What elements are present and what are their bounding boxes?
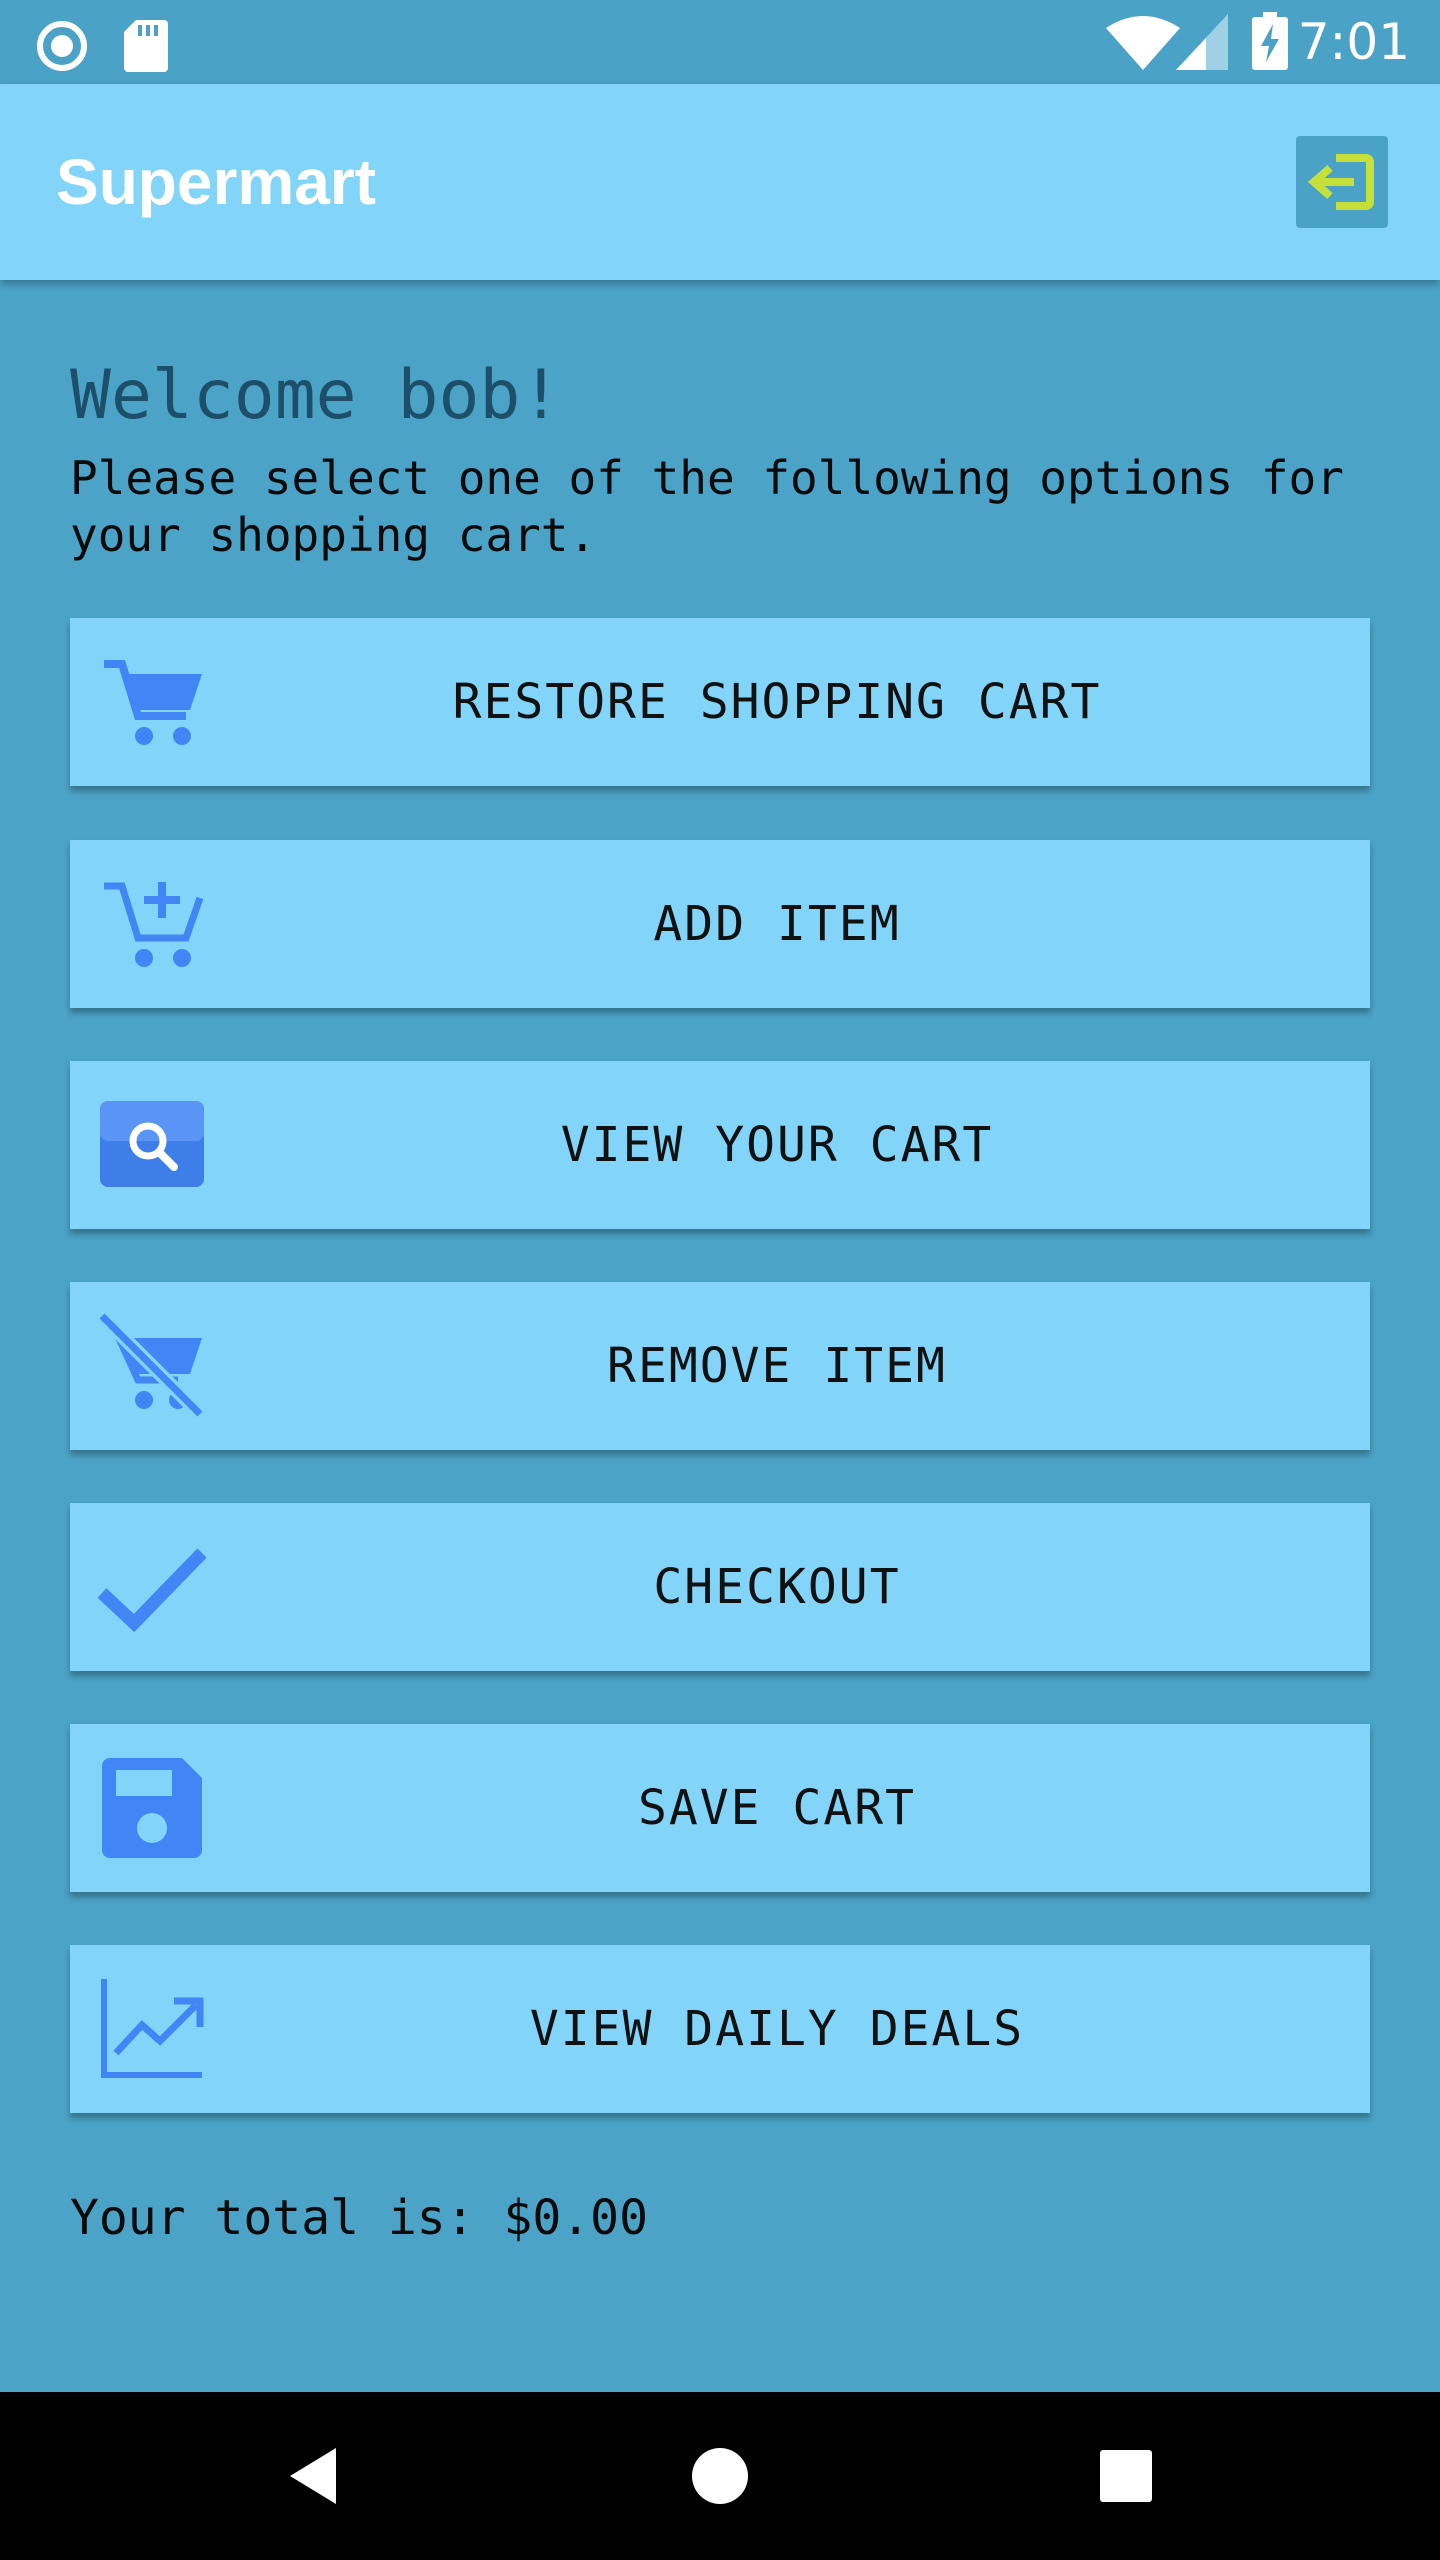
navigation-bar bbox=[0, 2392, 1440, 2560]
add-shopping-cart-icon bbox=[98, 870, 206, 978]
welcome-heading: Welcome bob! bbox=[70, 356, 562, 435]
save-cart-button[interactable]: SAVE CART bbox=[70, 1724, 1370, 1892]
logout-button[interactable] bbox=[1296, 136, 1388, 228]
sd-card-icon bbox=[124, 20, 168, 76]
wifi-icon bbox=[1106, 14, 1180, 74]
view-your-cart-button[interactable]: VIEW YOUR CART bbox=[70, 1061, 1370, 1229]
remove-shopping-cart-icon bbox=[98, 1312, 206, 1420]
status-time: 7:01 bbox=[1297, 13, 1410, 71]
button-label: VIEW YOUR CART bbox=[560, 1117, 994, 1173]
button-label: RESTORE SHOPPING CART bbox=[452, 674, 1102, 730]
checkmark-icon bbox=[98, 1533, 206, 1641]
status-bar: 7:01 bbox=[0, 0, 1440, 84]
button-label: SAVE CART bbox=[637, 1780, 917, 1836]
button-label: CHECKOUT bbox=[653, 1559, 901, 1615]
restore-shopping-cart-button[interactable]: RESTORE SHOPPING CART bbox=[70, 618, 1370, 786]
button-label: VIEW DAILY DEALS bbox=[529, 2001, 1025, 2057]
record-icon bbox=[36, 20, 88, 76]
search-icon bbox=[98, 1091, 206, 1199]
checkout-button[interactable]: CHECKOUT bbox=[70, 1503, 1370, 1671]
add-item-button[interactable]: ADD ITEM bbox=[70, 840, 1370, 1008]
recents-icon[interactable] bbox=[1086, 2436, 1166, 2516]
app-bar: Supermart bbox=[0, 84, 1440, 280]
trending-up-icon bbox=[98, 1975, 206, 2083]
app-title: Supermart bbox=[56, 146, 377, 218]
button-label: REMOVE ITEM bbox=[607, 1338, 947, 1394]
view-daily-deals-button[interactable]: VIEW DAILY DEALS bbox=[70, 1945, 1370, 2113]
shopping-cart-icon bbox=[98, 648, 206, 756]
signal-icon bbox=[1176, 14, 1228, 74]
remove-item-button[interactable]: REMOVE ITEM bbox=[70, 1282, 1370, 1450]
battery-charging-icon bbox=[1252, 12, 1288, 74]
instructions-text: Please select one of the following optio… bbox=[70, 451, 1344, 562]
total-text: Your total is: $0.00 bbox=[70, 2190, 648, 2246]
home-icon[interactable] bbox=[680, 2436, 760, 2516]
button-label: ADD ITEM bbox=[653, 896, 901, 952]
save-icon bbox=[98, 1754, 206, 1862]
logout-icon bbox=[1296, 136, 1388, 231]
back-icon[interactable] bbox=[276, 2436, 356, 2516]
